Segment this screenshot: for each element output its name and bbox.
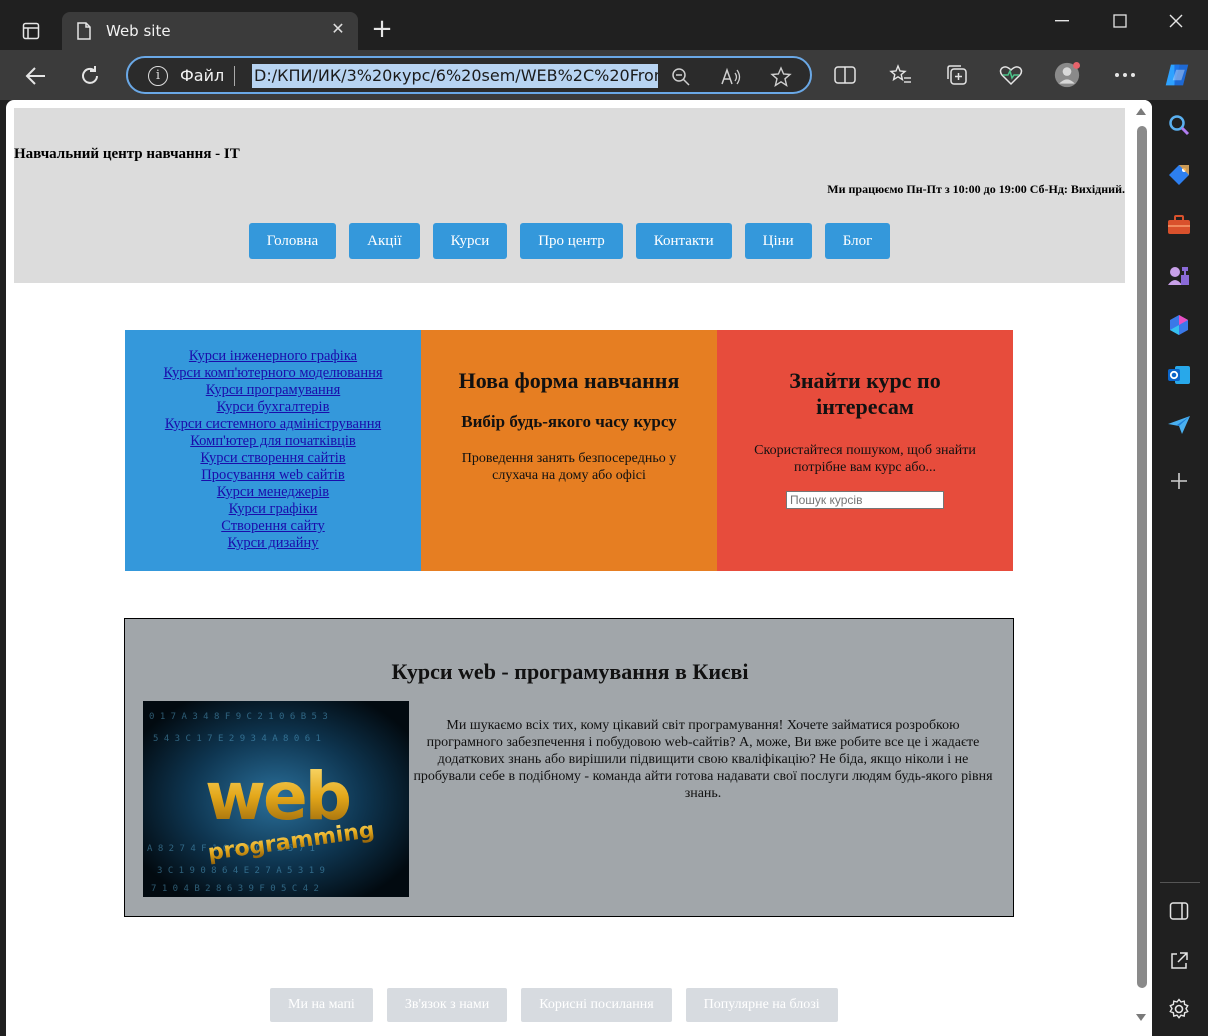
info-blocks: Курси інженерного графіка Курси комп'юте…	[125, 330, 1013, 571]
nav-button-blog[interactable]: Блог	[824, 223, 891, 259]
health-icon[interactable]	[998, 62, 1024, 88]
profile-avatar-icon[interactable]	[1054, 62, 1080, 88]
read-aloud-icon[interactable]	[720, 66, 742, 88]
site-header: Навчальний центр навчання - IT Ми працює…	[14, 108, 1125, 283]
sidebar-divider	[1160, 882, 1200, 883]
nav-button-prices[interactable]: Ціни	[744, 223, 812, 259]
outlook-icon[interactable]	[1166, 362, 1192, 388]
games-icon[interactable]	[1166, 262, 1192, 288]
course-link[interactable]: Курси бухгалтерів	[125, 399, 421, 416]
favorite-star-icon[interactable]	[770, 66, 792, 88]
minimize-icon[interactable]	[1042, 8, 1082, 34]
browser-toolbar: i Файл D:/КПИ/ИК/3%20курс/6%20sem/WEB%2C…	[0, 50, 1208, 100]
footer-blog-button[interactable]: Популярне на блозі	[685, 988, 838, 1022]
footer-map-button[interactable]: Ми на мапі	[270, 988, 373, 1022]
nav-button-home[interactable]: Головна	[248, 223, 337, 259]
course-link[interactable]: Курси системного адміністрування	[125, 416, 421, 433]
web-programming-section: Курси web - програмування в Києві 0 1 7 …	[124, 618, 1014, 917]
course-link[interactable]: Курси дизайну	[125, 535, 421, 552]
nav-button-courses[interactable]: Курси	[432, 223, 508, 259]
new-form-block: Нова форма навчання Вибір будь-якого час…	[421, 330, 717, 571]
nav-button-about[interactable]: Про центр	[520, 223, 623, 259]
course-link[interactable]: Створення сайту	[125, 518, 421, 535]
scroll-up-arrow-icon[interactable]	[1136, 108, 1146, 115]
tab-web-site[interactable]: Web site ✕	[62, 12, 358, 50]
edge-sidebar	[1152, 100, 1208, 1036]
footer-menu: Ми на мапі Зв'язок з нами Корисні посила…	[270, 988, 838, 1022]
split-screen-icon[interactable]	[832, 62, 858, 88]
hide-sidebar-icon[interactable]	[1166, 898, 1192, 924]
course-link[interactable]: Комп'ютер для початківців	[125, 433, 421, 450]
send-icon[interactable]	[1166, 412, 1192, 438]
svg-text:5 4 3 C 1 7 E 2 9 3 4 A 8 0 6: 5 4 3 C 1 7 E 2 9 3 4 A 8 0 6 1	[153, 734, 321, 744]
url-text[interactable]: D:/КПИ/ИК/3%20курс/6%20sem/WEB%2C%20Fron…	[252, 64, 658, 88]
course-search-input[interactable]	[786, 491, 944, 509]
new-form-text: Проведення занять безпосередньо у слухач…	[461, 451, 677, 483]
find-course-text: Скористайтеся пошуком, щоб знайти потріб…	[754, 443, 976, 475]
shopping-tag-icon[interactable]	[1166, 162, 1192, 188]
course-link[interactable]: Курси графіки	[125, 501, 421, 518]
maximize-icon[interactable]	[1100, 8, 1140, 34]
course-link[interactable]: Просування web сайтів	[125, 467, 421, 484]
close-window-icon[interactable]	[1156, 8, 1196, 34]
course-link[interactable]: Курси програмування	[125, 382, 421, 399]
zoom-out-icon[interactable]	[670, 66, 692, 88]
course-link[interactable]: Курси створення сайтів	[125, 450, 421, 467]
svg-text:3 C 1 9 0 8 6 4 E 2 7 A 5 3 1: 3 C 1 9 0 8 6 4 E 2 7 A 5 3 1 9	[157, 866, 325, 876]
svg-text:0 1 7 A 3 4 8 F 9 C 2 1 0 6 B: 0 1 7 A 3 4 8 F 9 C 2 1 0 6 B 5 3	[149, 712, 328, 722]
footer-links-button[interactable]: Корисні посилання	[521, 988, 672, 1022]
site-title: Навчальний центр навчання - IT	[14, 146, 240, 162]
address-prefix: Файл	[180, 66, 225, 85]
settings-gear-icon[interactable]	[1166, 996, 1192, 1022]
new-form-subtitle: Вибір будь-якого часу курсу	[461, 412, 677, 431]
page-viewport: Навчальний центр навчання - IT Ми працює…	[6, 100, 1152, 1036]
find-course-title: Знайти курс по інтересам	[789, 368, 941, 419]
new-tab-icon[interactable]: +	[368, 16, 396, 44]
find-course-block: Знайти курс по інтересам Скористайтеся п…	[717, 330, 1013, 571]
nav-button-promotions[interactable]: Акції	[349, 223, 420, 259]
course-link[interactable]: Курси інженерного графіка	[125, 348, 421, 365]
page-scrollbar[interactable]	[1132, 100, 1152, 1036]
course-link[interactable]: Курси комп'ютерного моделювання	[125, 365, 421, 382]
course-link[interactable]: Курси менеджерів	[125, 484, 421, 501]
svg-text:7 1 0 4 B 2 8 6 3 9 F 0 5 C 4: 7 1 0 4 B 2 8 6 3 9 F 0 5 C 4 2	[151, 884, 319, 894]
copilot-icon[interactable]	[1164, 62, 1190, 88]
nav-button-contacts[interactable]: Контакти	[635, 223, 732, 259]
close-tab-icon[interactable]: ✕	[328, 20, 348, 40]
add-sidebar-item-icon[interactable]	[1166, 468, 1192, 494]
more-menu-icon[interactable]	[1112, 62, 1138, 88]
tools-briefcase-icon[interactable]	[1166, 212, 1192, 238]
open-external-icon[interactable]	[1166, 948, 1192, 974]
microsoft-365-icon[interactable]	[1166, 312, 1192, 338]
collections-icon[interactable]	[944, 62, 970, 88]
working-hours: Ми працюємо Пн-Пт з 10:00 до 19:00 Сб-Нд…	[827, 182, 1125, 196]
courses-links-block: Курси інженерного графіка Курси комп'юте…	[125, 330, 421, 571]
tab-title: Web site	[106, 22, 171, 40]
scroll-thumb[interactable]	[1137, 126, 1147, 988]
tab-actions-icon[interactable]	[14, 14, 48, 48]
address-bar[interactable]: i Файл D:/КПИ/ИК/3%20курс/6%20sem/WEB%2C…	[126, 56, 812, 94]
scroll-down-arrow-icon[interactable]	[1136, 1014, 1146, 1021]
new-form-title: Нова форма навчання	[458, 368, 680, 393]
favorites-icon[interactable]	[888, 62, 914, 88]
back-icon[interactable]	[18, 58, 54, 94]
web-section-title: Курси web - програмування в Києві	[391, 659, 749, 684]
main-nav: Головна Акції Курси Про центр Контакти Ц…	[14, 223, 1125, 259]
address-separator	[234, 66, 235, 86]
refresh-icon[interactable]	[72, 58, 108, 94]
info-icon[interactable]: i	[148, 66, 168, 86]
search-icon[interactable]	[1166, 112, 1192, 138]
browser-titlebar: Web site ✕ +	[0, 0, 1208, 50]
web-section-text: Ми шукаємо всіх тих, кому цікавий світ п…	[413, 718, 993, 801]
web-programming-image: 0 1 7 A 3 4 8 F 9 C 2 1 0 6 B 5 3 5 4 3 …	[143, 701, 409, 897]
footer-contact-button[interactable]: Зв'язок з нами	[386, 988, 508, 1022]
document-icon	[76, 22, 92, 40]
